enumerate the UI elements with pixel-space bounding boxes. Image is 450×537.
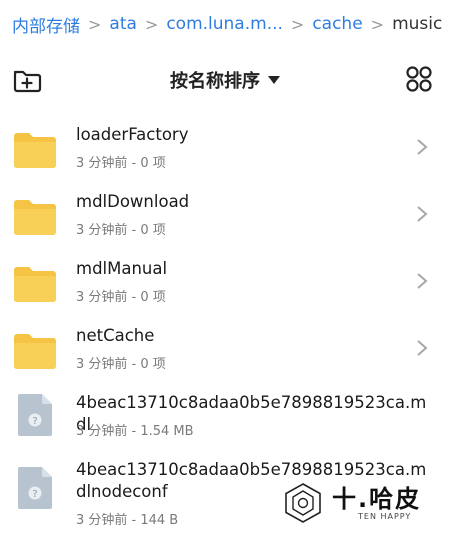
folder-icon (14, 200, 56, 235)
item-meta: 3 分钟前 - 0 项 (76, 290, 166, 305)
svg-text:?: ? (32, 489, 37, 500)
breadcrumb-ata[interactable]: ata (109, 14, 137, 34)
folder-icon (14, 133, 56, 168)
breadcrumb-com-luna[interactable]: com.luna.m... (166, 14, 283, 34)
folder-icon (14, 267, 56, 302)
chevron-right-icon: > (88, 14, 102, 34)
grid-view-button[interactable] (404, 64, 434, 94)
watermark: 十.哈皮 TEN HAPPY (282, 480, 432, 526)
watermark-subtitle: TEN HAPPY (358, 511, 412, 521)
sort-dropdown[interactable]: 按名称排序 (170, 67, 280, 93)
chevron-right-icon (417, 206, 428, 222)
folder-icon (14, 334, 56, 369)
item-name: mdlDownload (76, 192, 190, 211)
breadcrumb-current-music: music (392, 14, 443, 34)
list-item-folder[interactable]: netCache 3 分钟前 - 0 项 (0, 313, 450, 380)
svg-text:?: ? (32, 416, 37, 427)
list-item-file[interactable]: ? 4beac13710c8adaa0b5e7898819523ca.mdl 3… (0, 380, 450, 447)
breadcrumb: 内部存储 > ata > com.luna.m... > cache > mus… (12, 10, 443, 38)
new-folder-button[interactable] (12, 66, 42, 94)
item-meta: 3 分钟前 - 0 项 (76, 357, 166, 372)
caret-down-icon (268, 76, 280, 84)
sort-label: 按名称排序 (170, 71, 260, 92)
watermark-title: 十.哈皮 (332, 484, 422, 513)
file-icon: ? (18, 394, 52, 436)
chevron-right-icon: > (370, 14, 385, 34)
chevron-right-icon (417, 273, 428, 289)
chevron-right-icon: > (290, 14, 305, 34)
item-name: netCache (76, 326, 155, 345)
chevron-right-icon (417, 340, 428, 356)
file-list: loaderFactory 3 分钟前 - 0 项 mdlDownload 3 … (0, 112, 450, 537)
list-item-folder[interactable]: loaderFactory 3 分钟前 - 0 项 (0, 112, 450, 179)
breadcrumb-internal-storage[interactable]: 内部存储 (12, 12, 80, 37)
item-meta: 3 分钟前 - 144 B (76, 513, 179, 528)
item-name: mdlManual (76, 259, 168, 278)
toolbar: 按名称排序 (0, 58, 450, 102)
chevron-right-icon (417, 139, 428, 155)
new-folder-icon (13, 70, 42, 93)
grid-view-icon (406, 66, 432, 92)
breadcrumb-cache[interactable]: cache (312, 14, 362, 34)
file-icon: ? (18, 467, 52, 509)
chevron-right-icon: > (144, 14, 159, 34)
item-meta: 3 分钟前 - 0 项 (76, 223, 166, 238)
watermark-logo-icon (285, 483, 321, 523)
item-meta: 3 分钟前 - 1.54 MB (76, 424, 194, 439)
list-item-folder[interactable]: mdlManual 3 分钟前 - 0 项 (0, 246, 450, 313)
item-meta: 3 分钟前 - 0 项 (76, 156, 166, 171)
item-name: loaderFactory (76, 125, 189, 144)
list-item-folder[interactable]: mdlDownload 3 分钟前 - 0 项 (0, 179, 450, 246)
